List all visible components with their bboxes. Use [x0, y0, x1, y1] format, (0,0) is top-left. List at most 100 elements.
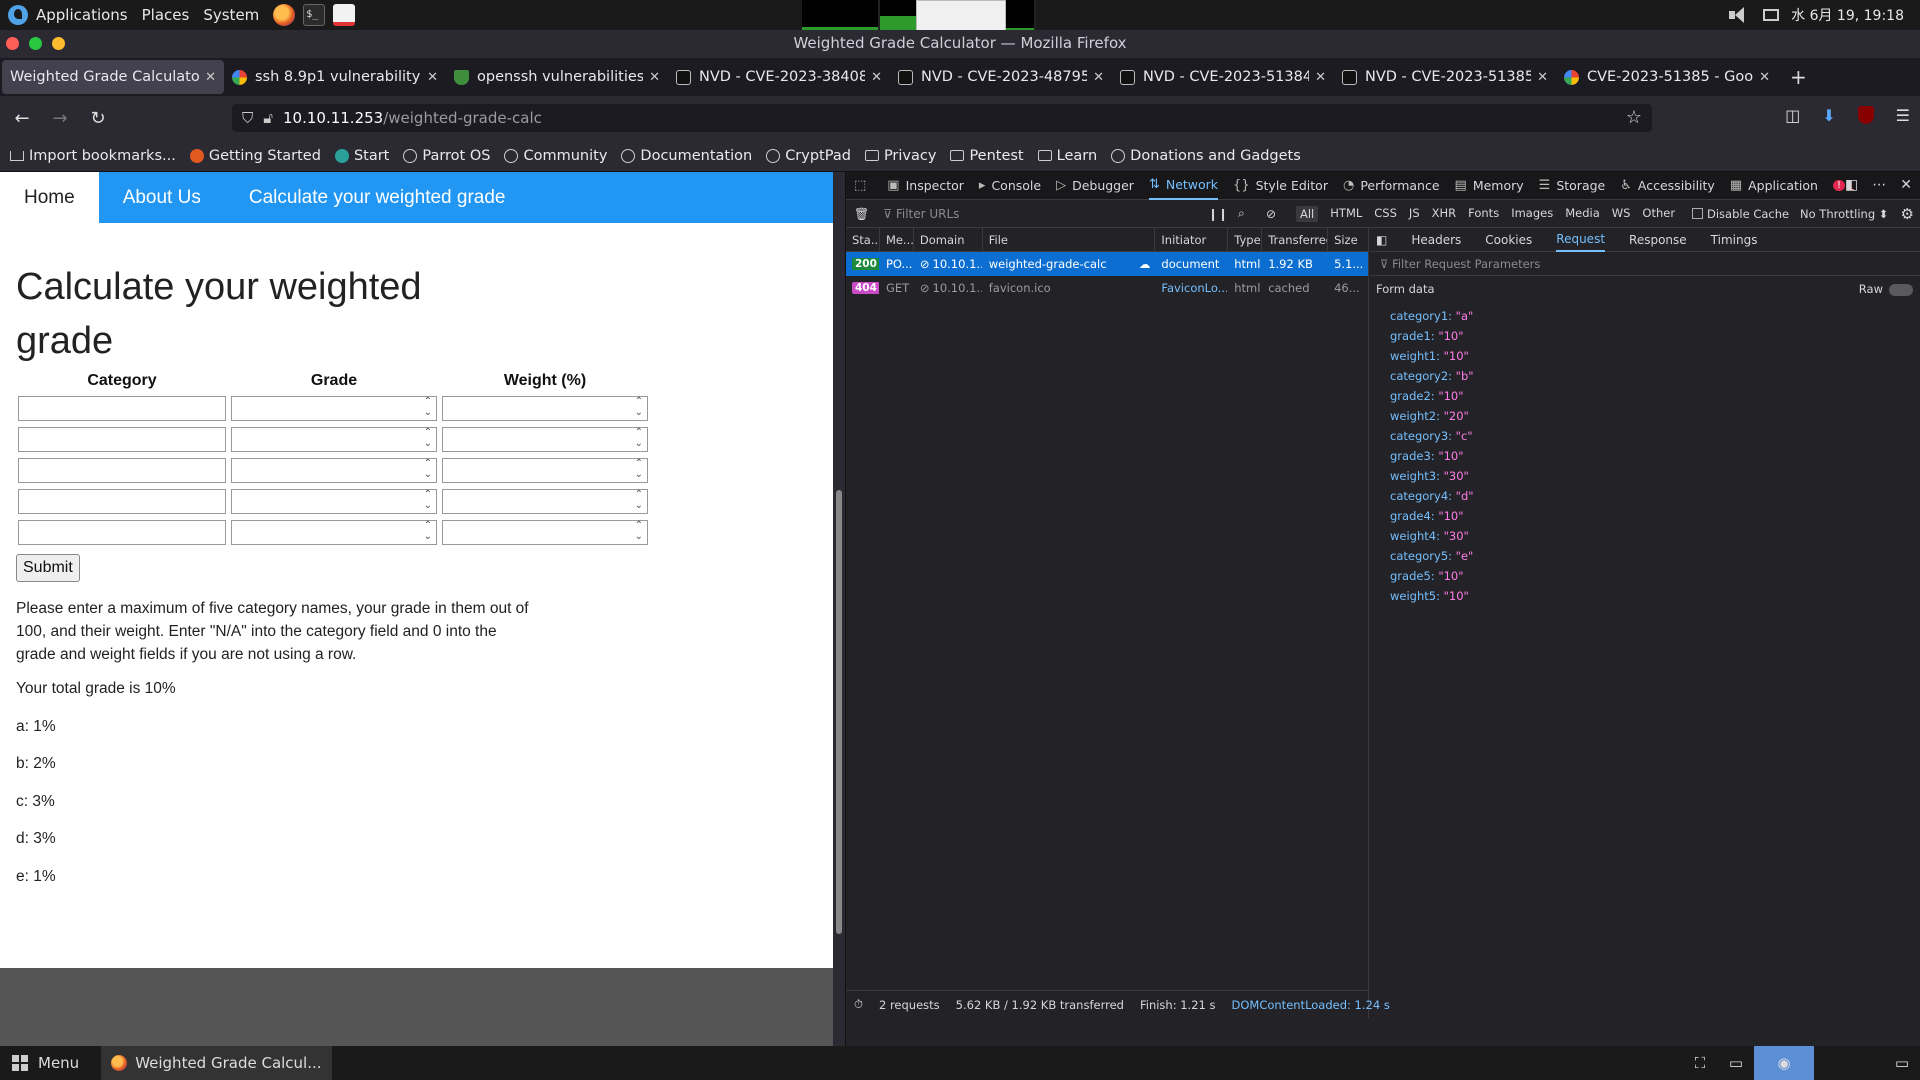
- clock[interactable]: 水 6月 19, 19:18: [1791, 5, 1904, 25]
- bookmark-folder-pentest[interactable]: Pentest: [950, 148, 1024, 164]
- close-tab-icon[interactable]: ✕: [205, 70, 216, 85]
- category-input[interactable]: [18, 489, 226, 514]
- tab-debugger[interactable]: ▷ Debugger: [1056, 178, 1134, 193]
- grade-input[interactable]: [231, 458, 437, 483]
- workspace-1-icon[interactable]: ▭: [1718, 1046, 1754, 1080]
- tab-cve-2023-51385-google[interactable]: CVE-2023-51385 - Goog ✕: [1556, 60, 1778, 94]
- request-row[interactable]: 200 PO... ⊘ 10.10.1... weighted-grade-cal…: [846, 252, 1368, 276]
- tab-nvd-cve-2023-48795[interactable]: NVD - CVE-2023-48795 ✕: [890, 60, 1112, 94]
- display-icon[interactable]: [1763, 9, 1780, 21]
- request-initiator[interactable]: FaviconLo...: [1155, 276, 1228, 300]
- col-size[interactable]: Size: [1328, 228, 1368, 251]
- nav-home-link[interactable]: Home: [0, 172, 99, 223]
- col-type[interactable]: Type: [1228, 228, 1263, 251]
- filter-other[interactable]: Other: [1642, 206, 1675, 222]
- form-param[interactable]: grade1: "10": [1390, 326, 1920, 346]
- taskbar-window-button[interactable]: Weighted Grade Calcul...: [101, 1046, 332, 1080]
- col-method[interactable]: Me...: [880, 228, 914, 251]
- tab-weighted-grade-calculator[interactable]: Weighted Grade Calculator ✕: [2, 60, 224, 94]
- parrot-logo-icon[interactable]: [8, 5, 28, 25]
- downloads-icon[interactable]: ⬇: [1822, 106, 1835, 125]
- filter-images[interactable]: Images: [1511, 206, 1553, 222]
- ublock-origin-icon[interactable]: [1857, 106, 1874, 124]
- form-param[interactable]: weight5: "10": [1390, 586, 1920, 606]
- close-tab-icon[interactable]: ✕: [1315, 70, 1326, 85]
- new-tab-button[interactable]: +: [1790, 65, 1807, 89]
- tab-nvd-cve-2023-38408[interactable]: NVD - CVE-2023-38408 ✕: [668, 60, 890, 94]
- close-tab-icon[interactable]: ✕: [1759, 70, 1770, 85]
- bookmark-star-icon[interactable]: ☆: [1626, 107, 1642, 128]
- timer-icon[interactable]: ⏱: [854, 997, 863, 1012]
- request-row[interactable]: 404 GET ⊘ 10.10.1... favicon.ico FaviconL…: [846, 276, 1368, 300]
- throttling-select[interactable]: No Throttling ⬍: [1800, 207, 1888, 221]
- weight-input[interactable]: [442, 520, 648, 545]
- url-bar[interactable]: ⛉ 🔓︎ 10.10.11.253/weighted-grade-calc ☆: [232, 104, 1652, 132]
- minimize-window-button[interactable]: [52, 37, 65, 50]
- filter-media[interactable]: Media: [1565, 206, 1600, 222]
- filter-all[interactable]: All: [1296, 205, 1319, 222]
- close-tab-icon[interactable]: ✕: [1537, 70, 1548, 85]
- volume-icon[interactable]: [1729, 7, 1751, 23]
- grade-input[interactable]: [231, 520, 437, 545]
- raw-toggle[interactable]: Raw: [1859, 282, 1913, 296]
- weight-input[interactable]: [442, 396, 648, 421]
- dock-side-icon[interactable]: ◧: [1845, 177, 1858, 193]
- weight-input[interactable]: [442, 458, 648, 483]
- nav-calculate-link[interactable]: Calculate your weighted grade: [225, 172, 530, 223]
- close-devtools-icon[interactable]: ✕: [1900, 177, 1912, 193]
- toggle-sidebar-icon[interactable]: ◧: [1376, 233, 1387, 247]
- submit-button[interactable]: Submit: [16, 554, 80, 582]
- block-icon[interactable]: ⊘: [1266, 207, 1276, 221]
- forward-button[interactable]: →: [44, 108, 76, 129]
- bookmark-import[interactable]: Import bookmarks...: [10, 148, 176, 164]
- filter-html[interactable]: HTML: [1330, 206, 1362, 222]
- trash-icon[interactable]: 🗑︎: [854, 207, 869, 221]
- tab-request[interactable]: Request: [1556, 228, 1606, 252]
- terminal-launcher-icon[interactable]: $_: [303, 4, 326, 26]
- filter-ws[interactable]: WS: [1612, 206, 1631, 222]
- category-input[interactable]: [18, 458, 226, 483]
- search-icon[interactable]: ⌕: [1238, 206, 1245, 221]
- tab-ssh-vulnerability[interactable]: ssh 8.9p1 vulnerability - G ✕: [224, 60, 446, 94]
- form-param[interactable]: weight1: "10": [1390, 346, 1920, 366]
- form-param[interactable]: weight4: "30": [1390, 526, 1920, 546]
- close-tab-icon[interactable]: ✕: [427, 70, 438, 85]
- category-input[interactable]: [18, 396, 226, 421]
- bookmark-community[interactable]: Community: [504, 148, 607, 164]
- tab-timings[interactable]: Timings: [1711, 233, 1758, 247]
- col-domain[interactable]: Domain: [914, 228, 983, 251]
- pause-icon[interactable]: ❙❙: [1208, 207, 1228, 221]
- form-param[interactable]: grade3: "10": [1390, 446, 1920, 466]
- bookmark-start[interactable]: Start: [334, 148, 389, 164]
- tab-network[interactable]: ⇅ Network: [1148, 172, 1219, 200]
- bookmark-donations[interactable]: Donations and Gadgets: [1111, 148, 1301, 164]
- document-launcher-icon[interactable]: [333, 4, 356, 26]
- form-param[interactable]: category5: "e": [1390, 546, 1920, 566]
- form-param[interactable]: grade2: "10": [1390, 386, 1920, 406]
- resend-icon[interactable]: ☁: [1139, 257, 1151, 271]
- form-param[interactable]: category2: "b": [1390, 366, 1920, 386]
- taskbar-menu-button[interactable]: Menu: [38, 1054, 79, 1072]
- form-param[interactable]: category1: "a": [1390, 306, 1920, 326]
- filter-js[interactable]: JS: [1409, 206, 1420, 222]
- filter-css[interactable]: CSS: [1374, 206, 1397, 222]
- filter-fonts[interactable]: Fonts: [1468, 206, 1499, 222]
- filter-params-input[interactable]: ⊽ Filter Request Parameters: [1370, 252, 1920, 276]
- tab-headers[interactable]: Headers: [1411, 233, 1461, 247]
- maximize-window-button[interactable]: [29, 37, 42, 50]
- tab-storage[interactable]: ☰ Storage: [1539, 178, 1606, 193]
- tab-openssh-vulnerabilities[interactable]: openssh vulnerabilities - | ✕: [446, 60, 668, 94]
- col-transferred[interactable]: Transferred: [1262, 228, 1329, 251]
- close-tab-icon[interactable]: ✕: [871, 70, 882, 85]
- col-initiator[interactable]: Initiator: [1155, 228, 1229, 251]
- toggle-switch[interactable]: [1889, 283, 1913, 296]
- lock-icon[interactable]: 🔓︎: [263, 109, 273, 127]
- element-picker-icon[interactable]: ⬚: [854, 178, 872, 193]
- form-param[interactable]: category4: "d": [1390, 486, 1920, 506]
- form-param[interactable]: weight3: "30": [1390, 466, 1920, 486]
- scroll-thumb[interactable]: [836, 490, 842, 934]
- screenshot-icon[interactable]: ⛶: [1682, 1046, 1718, 1080]
- tab-inspector[interactable]: ▣ Inspector: [887, 178, 964, 193]
- menu-grid-icon[interactable]: [12, 1055, 28, 1071]
- back-button[interactable]: ←: [6, 108, 38, 129]
